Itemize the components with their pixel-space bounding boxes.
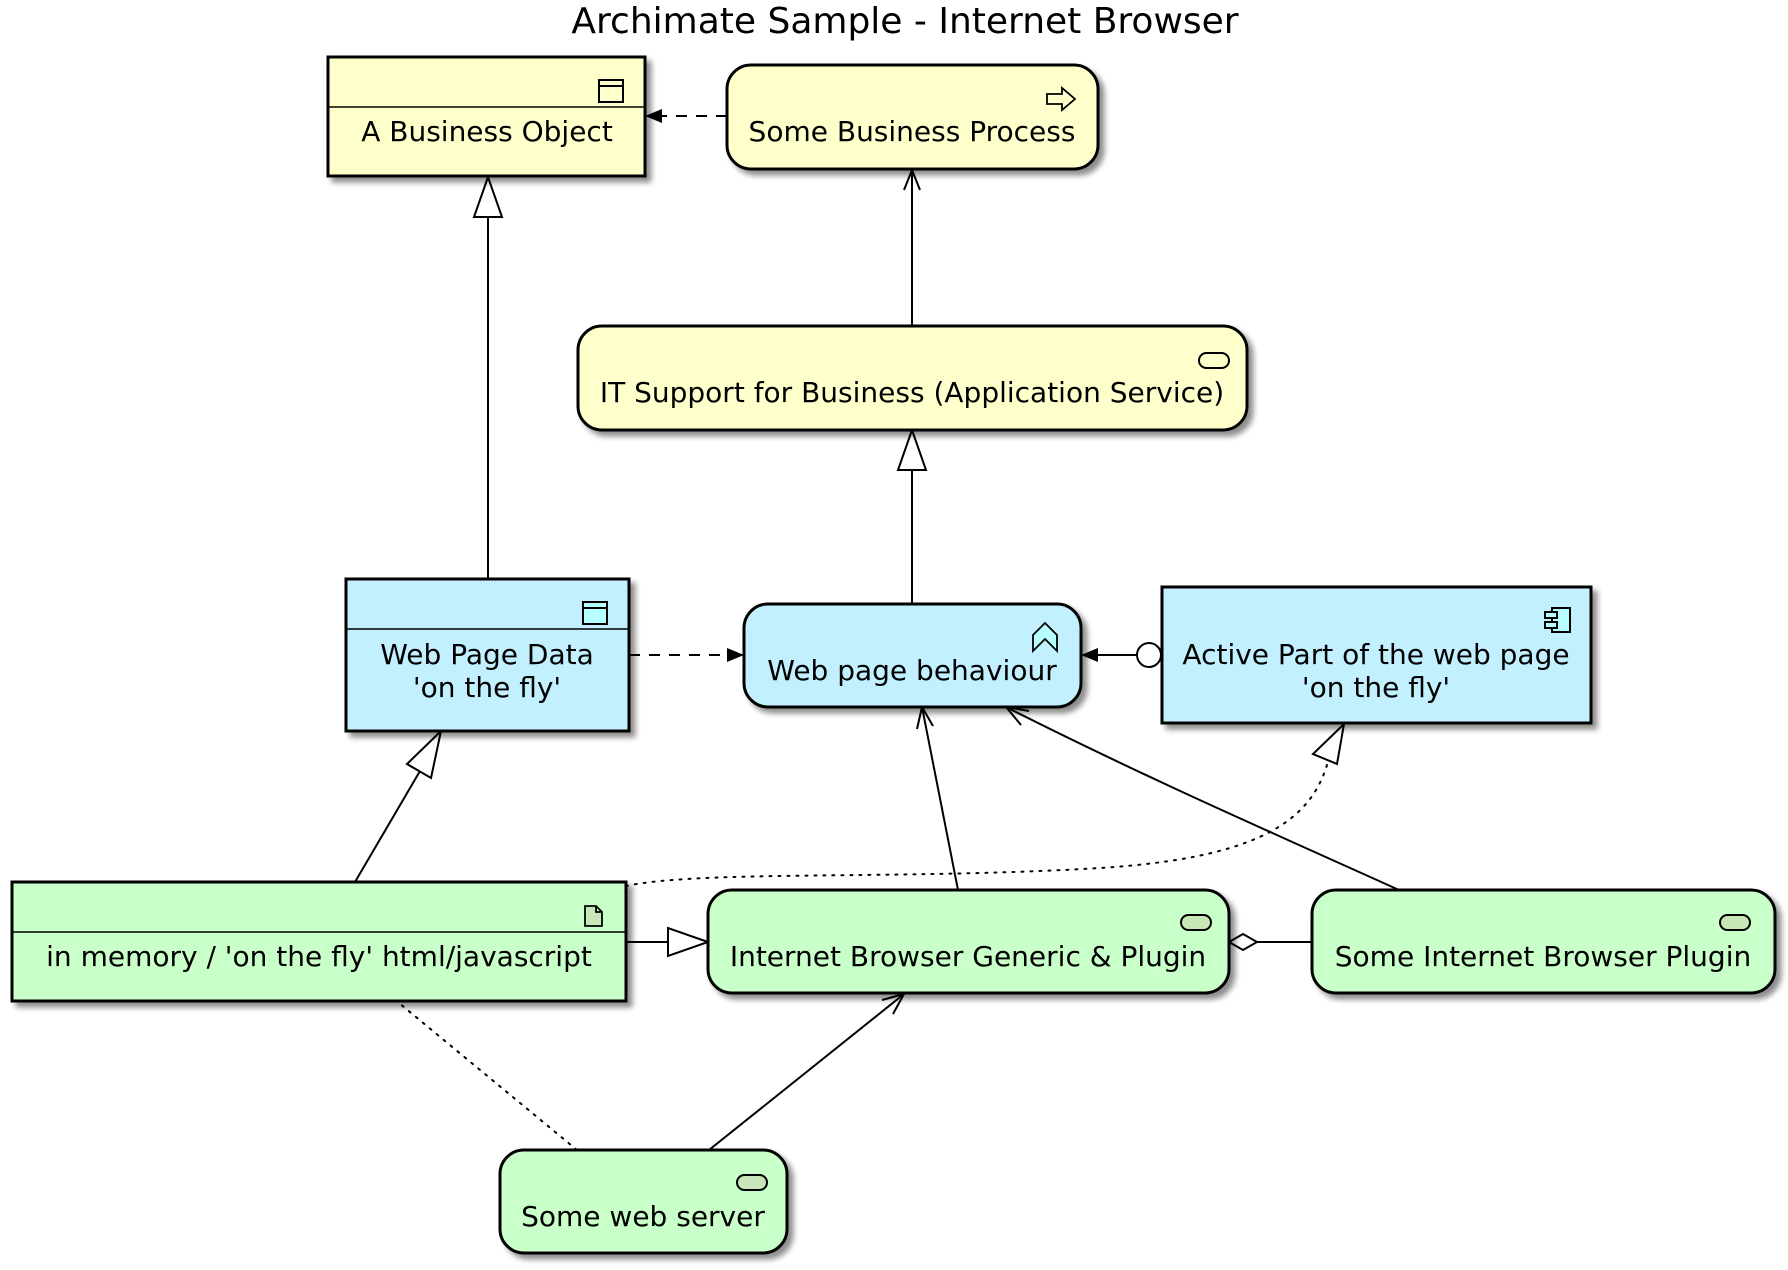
filled-arrowhead [1081, 648, 1098, 662]
edge-in-memory-to-browser-generic[interactable] [626, 926, 712, 958]
node-active-part[interactable]: Active Part of the web page 'on the fly' [1160, 585, 1593, 725]
hollow-triangle-head [472, 173, 504, 218]
hollow-triangle-head [1311, 721, 1346, 766]
node-label-line2: 'on the fly' [1302, 671, 1450, 704]
hollow-triangle-head [896, 426, 928, 471]
node-web-page-behaviour[interactable]: Web page behaviour [742, 602, 1083, 709]
node-label: Some Business Process [749, 115, 1076, 148]
node-business-object[interactable]: A Business Object [326, 55, 647, 178]
node-label: IT Support for Business (Application Ser… [600, 376, 1224, 409]
node-label: Internet Browser Generic & Plugin [730, 940, 1206, 973]
edge-web-server-to-browser-generic[interactable] [708, 992, 907, 1151]
edge-in-memory-to-web-page-data[interactable] [354, 727, 443, 883]
service-icon [736, 1174, 768, 1191]
hollow-diamond-head [1226, 932, 1260, 952]
edge-browser-generic-to-behaviour[interactable] [916, 704, 959, 891]
node-browser-generic[interactable]: Internet Browser Generic & Plugin [706, 888, 1231, 995]
node-label-line1: Web Page Data [380, 638, 594, 671]
edge-web-page-data-to-business-object[interactable] [472, 173, 504, 579]
diagram-title: Archimate Sample - Internet Browser [571, 1, 1238, 42]
filled-arrowhead [645, 109, 662, 123]
node-label: Some web server [521, 1200, 765, 1233]
artifact-icon [584, 905, 603, 927]
service-icon [1719, 914, 1751, 931]
business-object-icon [598, 79, 624, 103]
node-label-line2: 'on the fly' [413, 671, 561, 704]
node-label: A Business Object [361, 115, 613, 148]
edge-active-part-to-behaviour[interactable] [1081, 642, 1162, 668]
service-icon [1180, 914, 1212, 931]
service-icon [1198, 352, 1230, 369]
edge-it-support-to-process[interactable] [903, 167, 921, 326]
node-business-process[interactable]: Some Business Process [725, 63, 1100, 171]
node-it-support[interactable]: IT Support for Business (Application Ser… [576, 324, 1249, 432]
filled-arrowhead [727, 648, 744, 662]
edge-browser-plugin-to-browser-generic[interactable] [1226, 932, 1312, 952]
node-web-server[interactable]: Some web server [498, 1148, 789, 1255]
archimate-diagram: Archimate Sample - Internet Browser A Bu… [10, 1, 1777, 1255]
node-web-page-data[interactable]: Web Page Data 'on the fly' [344, 577, 631, 733]
node-label: Web page behaviour [767, 654, 1057, 687]
edge-behaviour-to-it-support[interactable] [896, 426, 928, 604]
edge-process-to-business-object[interactable] [645, 109, 727, 123]
edge-web-server-to-in-memory[interactable] [398, 1002, 578, 1151]
hollow-triangle-head [405, 727, 443, 780]
hollow-triangle-head [667, 926, 712, 958]
assignment-circle [1136, 642, 1162, 668]
node-browser-plugin[interactable]: Some Internet Browser Plugin [1310, 888, 1777, 995]
node-label-line1: Active Part of the web page [1182, 638, 1569, 671]
node-in-memory[interactable]: in memory / 'on the fly' html/javascript [10, 880, 628, 1003]
edge-in-memory-to-active-part[interactable] [625, 721, 1346, 887]
node-label: Some Internet Browser Plugin [1335, 940, 1751, 973]
data-object-icon [582, 601, 608, 625]
node-label: in memory / 'on the fly' html/javascript [46, 940, 592, 973]
edge-web-page-data-to-behaviour[interactable] [629, 648, 744, 662]
